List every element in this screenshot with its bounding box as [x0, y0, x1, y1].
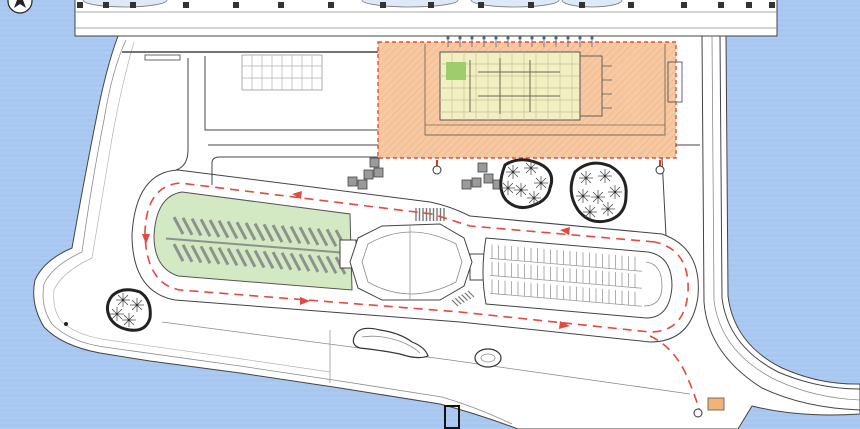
tree-icon: [608, 185, 622, 199]
project-zone: [377, 36, 683, 159]
tree-icon: [122, 313, 136, 327]
quay: [74, 0, 778, 37]
tree-trunk: [581, 194, 585, 198]
planter: [474, 348, 502, 368]
site-plan: [0, 0, 860, 429]
bollard: [428, 2, 434, 8]
tree-icon: [110, 307, 124, 321]
tree-trunk: [539, 181, 543, 185]
tree-icon: [506, 165, 520, 179]
bollard: [769, 2, 775, 8]
tree-trunk: [606, 207, 610, 211]
roof-garden: [446, 62, 466, 80]
bollard: [718, 2, 724, 8]
tree-trunk: [115, 312, 119, 316]
bench: [144, 54, 181, 61]
tree-trunk: [588, 210, 592, 214]
bollard: [278, 2, 284, 8]
pin-head: [530, 36, 534, 40]
tree-icon: [524, 161, 538, 175]
bollard: [746, 2, 752, 8]
pin-head: [578, 36, 582, 40]
bollard: [183, 2, 189, 8]
pin-head: [590, 36, 594, 40]
pin-head: [494, 36, 498, 40]
tree-icon: [501, 181, 515, 195]
tree-icon: [583, 205, 597, 219]
bollard: [380, 2, 386, 8]
pin-head: [470, 36, 474, 40]
pin-head: [554, 36, 558, 40]
bollard: [103, 2, 109, 8]
pin-head: [458, 36, 462, 40]
tree-icon: [601, 202, 615, 216]
bollard: [579, 2, 585, 8]
tree-icon: [598, 169, 612, 183]
tree-trunk: [519, 188, 523, 192]
bollard: [328, 2, 334, 8]
bollard: [681, 2, 687, 8]
tree-trunk: [511, 170, 515, 174]
tree-icon: [579, 171, 593, 185]
bollard: [528, 2, 534, 8]
tree-trunk: [135, 303, 139, 307]
pin-head: [518, 36, 522, 40]
tree-icon: [527, 191, 541, 205]
site-plan-canvas: [0, 0, 860, 429]
pin-head: [506, 36, 510, 40]
pin-head: [446, 36, 450, 40]
tree-trunk: [613, 190, 617, 194]
tree-trunk: [596, 195, 600, 199]
tree-trunk: [584, 176, 588, 180]
pin-head: [566, 36, 570, 40]
bollard: [77, 2, 83, 8]
tree-icon: [130, 298, 144, 312]
bollard: [478, 2, 484, 8]
tree-trunk: [506, 186, 510, 190]
tree-trunk: [127, 318, 131, 322]
tree-trunk: [529, 166, 533, 170]
tree-icon: [576, 189, 590, 203]
pin-head: [542, 36, 546, 40]
bollard: [130, 2, 136, 8]
tree-icon: [514, 183, 528, 197]
tree-trunk: [603, 174, 607, 178]
tree-icon: [116, 293, 130, 307]
bollard: [233, 2, 239, 8]
tree-trunk: [532, 196, 536, 200]
bollard: [628, 2, 634, 8]
tree-icon: [534, 176, 548, 190]
tree-trunk: [121, 298, 125, 302]
tree-icon: [591, 190, 605, 204]
roundabout-outline: [349, 223, 473, 301]
bay-bollard: [64, 322, 68, 326]
pin-head: [482, 36, 486, 40]
